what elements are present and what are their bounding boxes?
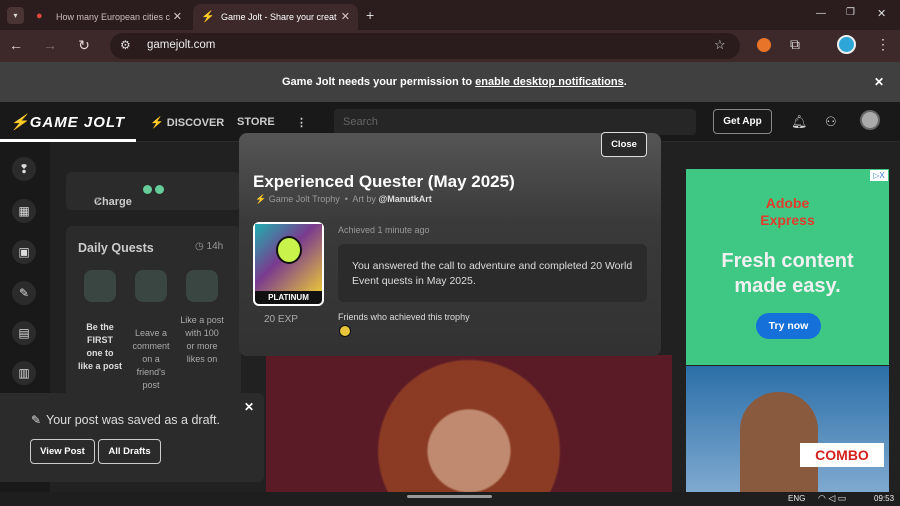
quest-text: Leave a comment on a friend's post bbox=[132, 328, 170, 390]
notification-suffix: . bbox=[623, 76, 627, 88]
all-drafts-button[interactable]: All Drafts bbox=[98, 439, 161, 464]
quest-text: Be the FIRST one to like a post bbox=[78, 322, 123, 371]
discover-icon: ⚡ bbox=[150, 117, 164, 129]
close-tab-icon[interactable]: ✕ bbox=[341, 10, 350, 23]
art-by-label: Art by bbox=[352, 194, 379, 204]
tab-title: How many European cities c bbox=[56, 12, 171, 22]
trophy-icon: ⚡ bbox=[255, 194, 267, 204]
nav-more-icon[interactable]: ⋮ bbox=[296, 116, 307, 129]
enable-notifications-link[interactable]: enable desktop notifications bbox=[475, 76, 624, 88]
url-text: gamejolt.com bbox=[147, 39, 216, 51]
ad-try-now-button[interactable]: Try now bbox=[756, 313, 821, 339]
clock-icon: ◷ bbox=[195, 241, 204, 252]
new-tab-button[interactable]: + bbox=[366, 7, 374, 23]
get-app-button[interactable]: Get App bbox=[713, 109, 772, 134]
daily-quests-timer: ◷ 14h bbox=[195, 241, 223, 252]
friends-icon[interactable]: ⚇ bbox=[825, 114, 837, 130]
forward-arrow-icon[interactable]: → bbox=[40, 37, 60, 53]
notification-bar: Game Jolt needs your permission to enabl… bbox=[0, 62, 900, 102]
ad-brand: Adobe Express bbox=[686, 195, 889, 229]
trophy-tier: PLATINUM bbox=[268, 293, 309, 302]
trophy-meta: ⚡ Game Jolt Trophy • Art by @ManutkArt bbox=[255, 194, 432, 204]
extensions-puzzle-icon[interactable]: ⧉ bbox=[790, 36, 800, 53]
reload-icon[interactable]: ↻ bbox=[74, 37, 94, 54]
quest-badge-icon[interactable] bbox=[135, 270, 167, 302]
draft-saved-toast bbox=[0, 393, 264, 482]
extension-icon[interactable] bbox=[757, 38, 771, 52]
profile-avatar[interactable] bbox=[837, 35, 856, 54]
trophy-title: Experienced Quester (May 2025) bbox=[253, 172, 515, 191]
notification-close-icon[interactable]: ✕ bbox=[874, 75, 884, 89]
chrome-menu-icon[interactable]: ⋮ bbox=[876, 36, 890, 53]
trophy-exp: 20 EXP bbox=[264, 314, 298, 325]
language-indicator[interactable]: ENG bbox=[788, 494, 805, 503]
post-icon[interactable]: ✎ bbox=[12, 281, 36, 305]
backpack-icon[interactable]: ▣ bbox=[12, 240, 36, 264]
artist-link[interactable]: @ManutkArt bbox=[378, 194, 431, 204]
nav-store[interactable]: STORE bbox=[237, 116, 275, 128]
adchoices-icon[interactable]: ▷X bbox=[870, 170, 888, 181]
bolt-icon: ⚡ bbox=[10, 114, 30, 131]
charge-card: Charge ? bbox=[66, 172, 241, 210]
quest-badge-icon[interactable] bbox=[84, 270, 116, 302]
achieved-time: Achieved 1 minute ago bbox=[338, 225, 430, 235]
nav-discover[interactable]: ⚡ DISCOVER bbox=[150, 116, 224, 129]
search-placeholder: Search bbox=[343, 116, 378, 128]
charge-orb-icon bbox=[143, 185, 152, 194]
taskbar-handle[interactable] bbox=[407, 495, 492, 498]
ad-combo-badge: COMBO bbox=[800, 443, 884, 467]
trophy-type: Game Jolt Trophy bbox=[268, 194, 340, 204]
ad-headline-line: made easy. bbox=[734, 275, 841, 297]
ad-brand-line: Adobe bbox=[765, 195, 810, 211]
ad-headline: Fresh content made easy. bbox=[686, 249, 889, 299]
bell-icon[interactable]: 🔔︎ bbox=[791, 114, 808, 130]
view-post-button[interactable]: View Post bbox=[30, 439, 95, 464]
logo-text: GAME JOLT bbox=[29, 114, 126, 131]
ad-person-image bbox=[740, 392, 818, 492]
minimize-button[interactable]: — bbox=[816, 8, 826, 19]
quest-icon[interactable]: ❢ bbox=[12, 157, 36, 181]
map-pin-icon: ● bbox=[36, 10, 43, 22]
chat-icon[interactable]: ▤ bbox=[12, 321, 36, 345]
system-tray-icons[interactable]: ◠ ◁ ▭ bbox=[818, 493, 846, 504]
notification-message: Game Jolt needs your permission to enabl… bbox=[282, 76, 627, 88]
quest-badge-icon[interactable] bbox=[186, 270, 218, 302]
gamejolt-favicon-icon: ⚡ bbox=[201, 11, 215, 23]
friend-avatar[interactable] bbox=[339, 325, 351, 337]
quest-text: Like a post with 100 or more likes on bbox=[180, 315, 224, 364]
close-tab-icon[interactable]: ✕ bbox=[173, 10, 182, 23]
clock[interactable]: 09:53 bbox=[874, 494, 894, 503]
pencil-icon: ✎ bbox=[31, 413, 42, 427]
address-bar[interactable]: ⚙ gamejolt.com ☆ bbox=[110, 33, 740, 59]
tab-european-cities[interactable]: ● How many European cities c ✕ bbox=[28, 4, 190, 30]
tab-title: Game Jolt - Share your creat bbox=[221, 12, 337, 22]
toast-message: Your post was saved as a draft. bbox=[46, 413, 220, 427]
close-window-button[interactable]: ✕ bbox=[877, 7, 886, 20]
gamejolt-logo[interactable]: ⚡GAME JOLT bbox=[10, 113, 125, 131]
help-icon[interactable]: ? bbox=[94, 196, 101, 208]
bookmark-star-icon[interactable]: ☆ bbox=[714, 37, 726, 53]
library-icon[interactable]: ▥ bbox=[12, 361, 36, 385]
discover-label: DISCOVER bbox=[166, 117, 225, 129]
friends-label: Friends who achieved this trophy bbox=[338, 312, 470, 322]
back-arrow-icon[interactable]: ← bbox=[6, 37, 26, 53]
ad-brand-line: Express bbox=[760, 212, 815, 228]
restore-button[interactable]: ❐ bbox=[846, 7, 855, 18]
store-icon[interactable]: ▦ bbox=[12, 199, 36, 223]
trophy-description: You answered the call to adventure and c… bbox=[352, 260, 633, 287]
ad-headline-line: Fresh content bbox=[721, 250, 854, 272]
tab-game-jolt[interactable]: ⚡ Game Jolt - Share your creat ✕ bbox=[193, 4, 358, 30]
daily-quests-title: Daily Quests bbox=[78, 241, 154, 255]
notification-prefix: Game Jolt needs your permission to bbox=[282, 76, 476, 88]
site-settings-icon[interactable]: ⚙ bbox=[120, 38, 131, 52]
featured-post-art[interactable] bbox=[266, 355, 672, 492]
user-avatar[interactable] bbox=[860, 110, 880, 130]
toast-close-icon[interactable]: ✕ bbox=[244, 400, 254, 414]
modal-close-button[interactable]: Close bbox=[601, 132, 647, 157]
trophy-character-icon bbox=[276, 236, 302, 264]
tab-search-button[interactable]: ▾ bbox=[7, 7, 24, 24]
timer-text: 14h bbox=[206, 241, 224, 252]
charge-orb-icon bbox=[155, 185, 164, 194]
